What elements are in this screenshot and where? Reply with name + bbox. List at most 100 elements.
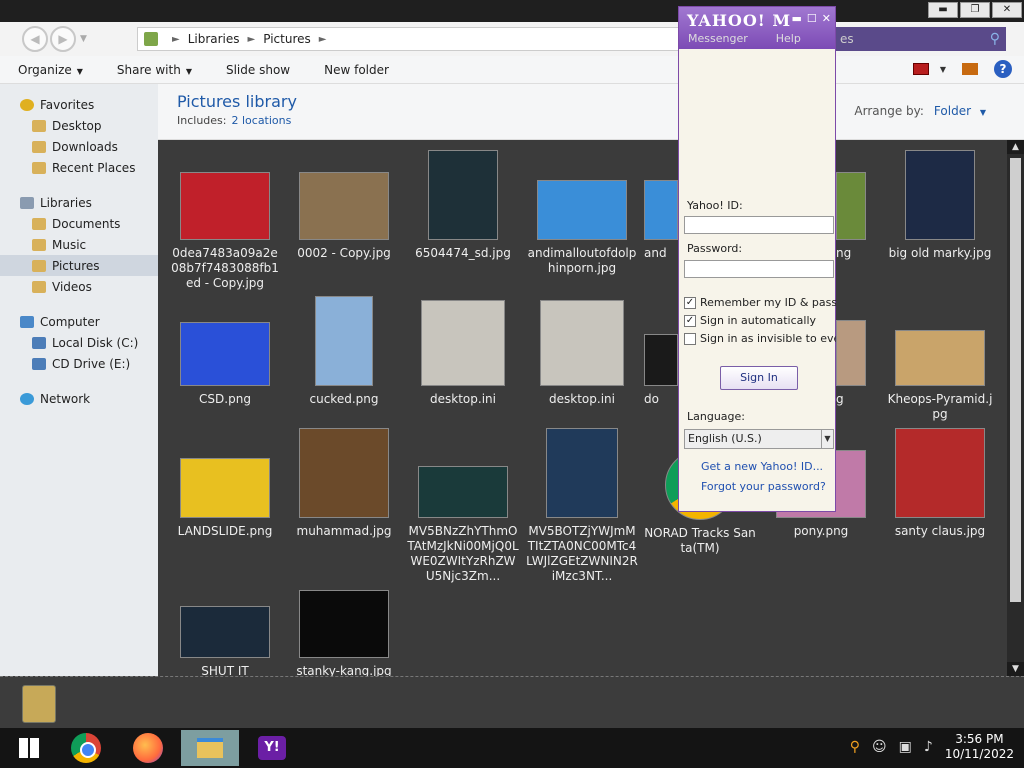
search-icon[interactable]: ⚲ [990, 31, 1000, 47]
remember-checkbox[interactable]: ✓ Remember my ID & passwor [684, 296, 836, 309]
taskbar-explorer[interactable] [181, 730, 239, 766]
file-name: cucked.png [309, 392, 379, 406]
file-item[interactable]: ng [836, 172, 866, 261]
invisible-checkbox[interactable]: Sign in as invisible to everyo [684, 332, 836, 345]
back-button[interactable]: ◀ [22, 26, 48, 52]
minimize-button[interactable]: ▬ [928, 2, 958, 18]
network-icon[interactable]: ▣ [899, 739, 912, 755]
forward-button[interactable]: ▶ [50, 26, 76, 52]
share-with-button[interactable]: Share with ▼ [99, 63, 208, 77]
password-field[interactable] [684, 260, 834, 278]
sidebar-item-videos[interactable]: Videos [0, 276, 158, 297]
locations-link[interactable]: 2 locations [231, 114, 291, 127]
scroll-up-button[interactable]: ▲ [1007, 140, 1024, 154]
sidebar-item-label: Network [40, 391, 91, 406]
sidebar-item-downloads[interactable]: Downloads [0, 136, 158, 157]
sidebar-item-label: Desktop [52, 118, 102, 133]
file-item[interactable]: and [644, 180, 678, 261]
sidebar-item-favorites[interactable]: Favorites [0, 94, 158, 115]
sidebar-item-documents[interactable]: Documents [0, 213, 158, 234]
arrange-by-dropdown[interactable]: Folder ▼ [934, 104, 986, 118]
file-thumbnail [299, 172, 389, 240]
yahoo-close-button[interactable]: ✕ [822, 12, 831, 25]
file-item[interactable]: Kheops-Pyramid.jpg [884, 330, 996, 422]
file-item[interactable]: CSD.png [169, 322, 281, 407]
menu-help[interactable]: Help [776, 32, 801, 45]
breadcrumb-pictures[interactable]: Pictures [263, 32, 311, 46]
scrollbar-thumb[interactable] [1010, 158, 1021, 602]
organize-button[interactable]: Organize ▼ [0, 63, 99, 77]
file-item[interactable]: g [836, 320, 866, 407]
organize-label: Organize [18, 62, 72, 77]
search-icon[interactable]: ⚲ [850, 739, 860, 755]
address-bar[interactable]: ► Libraries ► Pictures ► [137, 27, 683, 51]
file-item[interactable]: do [644, 334, 678, 407]
file-item[interactable]: SHUT IT [169, 606, 281, 676]
checkbox-unchecked[interactable] [684, 332, 696, 345]
taskbar: Y! ⚲ ☺ ▣ ♪ 3:56 PM 10/11/2022 [0, 728, 1024, 768]
file-item[interactable]: 6504474_sd.jpg [407, 150, 519, 261]
new-folder-button[interactable]: New folder [306, 63, 405, 77]
start-button[interactable] [0, 730, 58, 766]
yahoo-id-field[interactable] [684, 216, 834, 234]
libraries-icon [144, 32, 158, 46]
sidebar-item-computer[interactable]: Computer [0, 311, 158, 332]
breadcrumb-separator: ► [247, 33, 256, 45]
volume-icon[interactable]: ♪ [924, 739, 933, 755]
slide-show-button[interactable]: Slide show [208, 63, 306, 77]
library-includes: Includes: 2 locations [177, 114, 291, 127]
file-item[interactable]: MV5BOTZjYWJmMTItZTA0NC00MTc4LWJlZGEtZWNI… [526, 428, 638, 584]
taskbar-chrome[interactable] [57, 730, 115, 766]
close-button[interactable]: ✕ [992, 2, 1022, 18]
taskbar-firefox[interactable] [119, 730, 177, 766]
get-yahoo-id-link[interactable]: Get a new Yahoo! ID... [701, 460, 823, 473]
yahoo-window-controls: ▬ ☐ ✕ [792, 12, 832, 25]
file-item[interactable]: desktop.ini [526, 300, 638, 407]
forgot-password-link[interactable]: Forgot your password? [701, 480, 826, 493]
sidebar-item-label: Music [52, 237, 87, 252]
checkbox-checked[interactable]: ✓ [684, 296, 696, 309]
sidebar-item-label: Documents [52, 216, 121, 231]
file-item[interactable]: andimalloutofdolphinporn.jpg [526, 180, 638, 276]
file-item[interactable]: desktop.ini [407, 300, 519, 407]
library-header: Pictures library Includes: 2 locations Ar… [158, 84, 1024, 140]
breadcrumb-libraries[interactable]: Libraries [188, 32, 240, 46]
file-item[interactable]: muhammad.jpg [288, 428, 400, 539]
scroll-down-button[interactable]: ▼ [1007, 662, 1024, 676]
sidebar-item-desktop[interactable]: Desktop [0, 115, 158, 136]
file-item[interactable]: cucked.png [288, 296, 400, 407]
sidebar-item-music[interactable]: Music [0, 234, 158, 255]
sidebar-item-pictures[interactable]: Pictures [0, 255, 158, 276]
clock[interactable]: 3:56 PM 10/11/2022 [945, 732, 1014, 762]
taskbar-yahoo-messenger[interactable]: Y! [243, 730, 301, 766]
file-item[interactable]: 0002 - Copy.jpg [288, 172, 400, 261]
sidebar-item-libraries[interactable]: Libraries [0, 192, 158, 213]
file-grid: 0dea7483a09a2e08b7f7483088fb1ed - Copy.j… [158, 140, 1007, 676]
checkbox-checked[interactable]: ✓ [684, 314, 696, 327]
change-view-button[interactable]: ▼ [912, 63, 946, 75]
yahoo-maximize-button[interactable]: ☐ [807, 12, 817, 25]
language-select[interactable]: English (U.S.) ▼ [684, 429, 834, 449]
help-button[interactable]: ? [994, 60, 1012, 78]
menu-messenger[interactable]: Messenger [688, 32, 748, 45]
language-value: English (U.S.) [688, 432, 762, 445]
sidebar-item-local-disk[interactable]: Local Disk (C:) [0, 332, 158, 353]
sidebar-item-recent-places[interactable]: Recent Places [0, 157, 158, 178]
file-item[interactable]: 0dea7483a09a2e08b7f7483088fb1ed - Copy.j… [169, 172, 281, 291]
sidebar-item-network[interactable]: Network [0, 388, 158, 409]
file-item[interactable]: santy claus.jpg [884, 428, 996, 539]
sidebar-item-cd-drive[interactable]: CD Drive (E:) [0, 353, 158, 374]
preview-pane-button[interactable] [962, 63, 978, 75]
sign-in-button[interactable]: Sign In [720, 366, 798, 390]
smiley-icon[interactable]: ☺ [872, 739, 887, 755]
maximize-button[interactable]: ❐ [960, 2, 990, 18]
yahoo-minimize-button[interactable]: ▬ [792, 12, 802, 25]
auto-signin-checkbox[interactable]: ✓ Sign in automatically [684, 314, 836, 327]
file-item[interactable]: MV5BNzZhYThmOTAtMzJkNi00MjQ0LWE0ZWItYzRh… [407, 466, 519, 584]
search-input[interactable]: es ⚲ [836, 27, 1006, 51]
recent-pages-dropdown[interactable]: ▼ [80, 34, 87, 44]
file-item[interactable]: stanky-kang.jpg [288, 590, 400, 676]
vertical-scrollbar[interactable]: ▲ ▼ [1007, 140, 1024, 676]
file-item[interactable]: LANDSLIDE.png [169, 458, 281, 539]
file-item[interactable]: big old marky.jpg [884, 150, 996, 261]
